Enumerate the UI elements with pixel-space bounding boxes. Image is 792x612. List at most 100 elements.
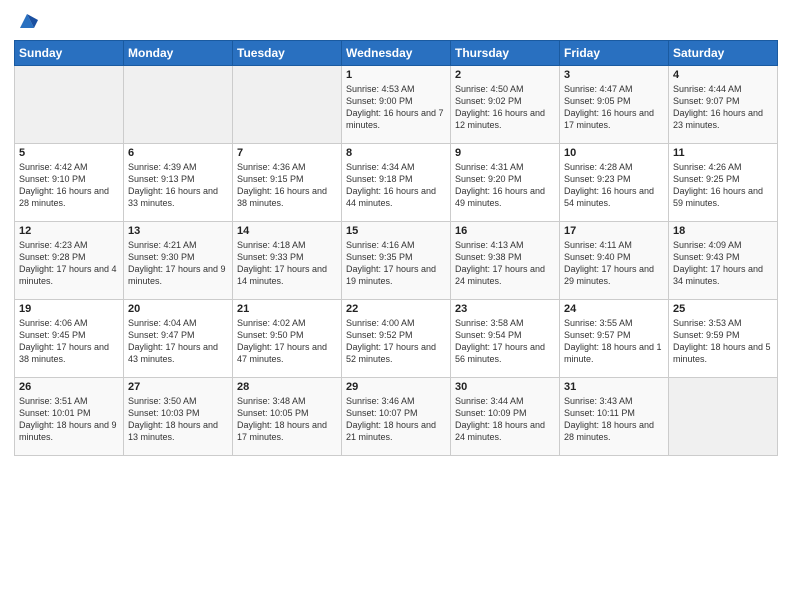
weekday-header-wednesday: Wednesday xyxy=(342,41,451,66)
day-number: 26 xyxy=(19,381,119,393)
day-info: Sunrise: 4:42 AM Sunset: 9:10 PM Dayligh… xyxy=(19,161,119,210)
page: SundayMondayTuesdayWednesdayThursdayFrid… xyxy=(0,0,792,612)
day-number: 19 xyxy=(19,303,119,315)
day-number: 30 xyxy=(455,381,555,393)
calendar-cell: 19 Sunrise: 4:06 AM Sunset: 9:45 PM Dayli… xyxy=(15,300,124,378)
day-info: Sunrise: 4:18 AM Sunset: 9:33 PM Dayligh… xyxy=(237,239,337,288)
day-number: 23 xyxy=(455,303,555,315)
day-info: Sunrise: 4:21 AM Sunset: 9:30 PM Dayligh… xyxy=(128,239,228,288)
weekday-header-friday: Friday xyxy=(560,41,669,66)
day-info: Sunrise: 4:16 AM Sunset: 9:35 PM Dayligh… xyxy=(346,239,446,288)
day-number: 22 xyxy=(346,303,446,315)
logo xyxy=(14,10,38,32)
calendar-cell xyxy=(124,66,233,144)
day-number: 3 xyxy=(564,69,664,81)
calendar-cell: 4 Sunrise: 4:44 AM Sunset: 9:07 PM Daylig… xyxy=(669,66,778,144)
day-info: Sunrise: 4:50 AM Sunset: 9:02 PM Dayligh… xyxy=(455,83,555,132)
day-number: 11 xyxy=(673,147,773,159)
calendar-cell: 11 Sunrise: 4:26 AM Sunset: 9:25 PM Dayli… xyxy=(669,144,778,222)
weekday-header-tuesday: Tuesday xyxy=(233,41,342,66)
header xyxy=(14,10,778,32)
day-number: 13 xyxy=(128,225,228,237)
calendar-cell xyxy=(15,66,124,144)
day-number: 5 xyxy=(19,147,119,159)
day-info: Sunrise: 3:51 AM Sunset: 10:01 PM Daylig… xyxy=(19,395,119,444)
day-info: Sunrise: 4:28 AM Sunset: 9:23 PM Dayligh… xyxy=(564,161,664,210)
weekday-header-saturday: Saturday xyxy=(669,41,778,66)
calendar-cell: 12Sunrise: 4:23 AM Sunset: 9:28 PM Dayli… xyxy=(15,222,124,300)
calendar-cell: 28 Sunrise: 3:48 AM Sunset: 10:05 PM Dayl… xyxy=(233,378,342,456)
calendar-cell: 13 Sunrise: 4:21 AM Sunset: 9:30 PM Dayli… xyxy=(124,222,233,300)
calendar-cell: 9 Sunrise: 4:31 AM Sunset: 9:20 PM Daylig… xyxy=(451,144,560,222)
day-number: 24 xyxy=(564,303,664,315)
day-number: 28 xyxy=(237,381,337,393)
day-info: Sunrise: 3:44 AM Sunset: 10:09 PM Daylig… xyxy=(455,395,555,444)
day-info: Sunrise: 4:44 AM Sunset: 9:07 PM Dayligh… xyxy=(673,83,773,132)
day-number: 12 xyxy=(19,225,119,237)
day-info: Sunrise: 3:43 AM Sunset: 10:11 PM Daylig… xyxy=(564,395,664,444)
day-number: 10 xyxy=(564,147,664,159)
day-number: 21 xyxy=(237,303,337,315)
day-info: Sunrise: 4:39 AM Sunset: 9:13 PM Dayligh… xyxy=(128,161,228,210)
calendar-cell: 10 Sunrise: 4:28 AM Sunset: 9:23 PM Dayli… xyxy=(560,144,669,222)
calendar-cell: 5 Sunrise: 4:42 AM Sunset: 9:10 PM Daylig… xyxy=(15,144,124,222)
calendar-cell: 2 Sunrise: 4:50 AM Sunset: 9:02 PM Daylig… xyxy=(451,66,560,144)
calendar-table: SundayMondayTuesdayWednesdayThursdayFrid… xyxy=(14,40,778,456)
day-info: Sunrise: 4:00 AM Sunset: 9:52 PM Dayligh… xyxy=(346,317,446,366)
day-number: 14 xyxy=(237,225,337,237)
calendar-cell: 20 Sunrise: 4:04 AM Sunset: 9:47 PM Dayli… xyxy=(124,300,233,378)
day-info: Sunrise: 3:48 AM Sunset: 10:05 PM Daylig… xyxy=(237,395,337,444)
day-number: 6 xyxy=(128,147,228,159)
day-info: Sunrise: 4:47 AM Sunset: 9:05 PM Dayligh… xyxy=(564,83,664,132)
calendar-cell: 31Sunrise: 3:43 AM Sunset: 10:11 PM Dayl… xyxy=(560,378,669,456)
calendar-cell: 8 Sunrise: 4:34 AM Sunset: 9:18 PM Daylig… xyxy=(342,144,451,222)
day-number: 9 xyxy=(455,147,555,159)
calendar-cell: 30 Sunrise: 3:44 AM Sunset: 10:09 PM Dayl… xyxy=(451,378,560,456)
day-info: Sunrise: 3:50 AM Sunset: 10:03 PM Daylig… xyxy=(128,395,228,444)
day-number: 18 xyxy=(673,225,773,237)
day-number: 25 xyxy=(673,303,773,315)
calendar-cell: 26 Sunrise: 3:51 AM Sunset: 10:01 PM Dayl… xyxy=(15,378,124,456)
day-number: 4 xyxy=(673,69,773,81)
day-info: Sunrise: 4:11 AM Sunset: 9:40 PM Dayligh… xyxy=(564,239,664,288)
calendar-cell: 14 Sunrise: 4:18 AM Sunset: 9:33 PM Dayli… xyxy=(233,222,342,300)
calendar-cell: 3 Sunrise: 4:47 AM Sunset: 9:05 PM Daylig… xyxy=(560,66,669,144)
day-info: Sunrise: 4:36 AM Sunset: 9:15 PM Dayligh… xyxy=(237,161,337,210)
day-info: Sunrise: 4:06 AM Sunset: 9:45 PM Dayligh… xyxy=(19,317,119,366)
day-number: 1 xyxy=(346,69,446,81)
day-info: Sunrise: 4:09 AM Sunset: 9:43 PM Dayligh… xyxy=(673,239,773,288)
day-info: Sunrise: 4:34 AM Sunset: 9:18 PM Dayligh… xyxy=(346,161,446,210)
day-info: Sunrise: 3:58 AM Sunset: 9:54 PM Dayligh… xyxy=(455,317,555,366)
calendar-cell: 18 Sunrise: 4:09 AM Sunset: 9:43 PM Dayli… xyxy=(669,222,778,300)
day-info: Sunrise: 4:31 AM Sunset: 9:20 PM Dayligh… xyxy=(455,161,555,210)
calendar-cell: 1Sunrise: 4:53 AM Sunset: 9:00 PM Daylig… xyxy=(342,66,451,144)
day-number: 27 xyxy=(128,381,228,393)
calendar-cell: 6 Sunrise: 4:39 AM Sunset: 9:13 PM Daylig… xyxy=(124,144,233,222)
calendar-cell: 24 Sunrise: 3:55 AM Sunset: 9:57 PM Dayli… xyxy=(560,300,669,378)
day-number: 20 xyxy=(128,303,228,315)
day-number: 7 xyxy=(237,147,337,159)
calendar-cell: 7 Sunrise: 4:36 AM Sunset: 9:15 PM Daylig… xyxy=(233,144,342,222)
weekday-header-monday: Monday xyxy=(124,41,233,66)
day-number: 17 xyxy=(564,225,664,237)
calendar-cell xyxy=(233,66,342,144)
calendar-cell: 16 Sunrise: 4:13 AM Sunset: 9:38 PM Dayli… xyxy=(451,222,560,300)
day-info: Sunrise: 3:53 AM Sunset: 9:59 PM Dayligh… xyxy=(673,317,773,366)
calendar-cell: 22 Sunrise: 4:00 AM Sunset: 9:52 PM Dayli… xyxy=(342,300,451,378)
day-info: Sunrise: 3:46 AM Sunset: 10:07 PM Daylig… xyxy=(346,395,446,444)
day-number: 8 xyxy=(346,147,446,159)
day-number: 2 xyxy=(455,69,555,81)
calendar-cell xyxy=(669,378,778,456)
day-info: Sunrise: 3:55 AM Sunset: 9:57 PM Dayligh… xyxy=(564,317,664,366)
day-number: 16 xyxy=(455,225,555,237)
calendar-cell: 17 Sunrise: 4:11 AM Sunset: 9:40 PM Dayli… xyxy=(560,222,669,300)
calendar-cell: 25 Sunrise: 3:53 AM Sunset: 9:59 PM Dayli… xyxy=(669,300,778,378)
day-info: Sunrise: 4:02 AM Sunset: 9:50 PM Dayligh… xyxy=(237,317,337,366)
day-number: 29 xyxy=(346,381,446,393)
logo-icon xyxy=(16,10,38,32)
day-info: Sunrise: 4:26 AM Sunset: 9:25 PM Dayligh… xyxy=(673,161,773,210)
day-info: Sunrise: 4:04 AM Sunset: 9:47 PM Dayligh… xyxy=(128,317,228,366)
weekday-header-sunday: Sunday xyxy=(15,41,124,66)
day-info: Sunrise: 4:13 AM Sunset: 9:38 PM Dayligh… xyxy=(455,239,555,288)
calendar-cell: 21 Sunrise: 4:02 AM Sunset: 9:50 PM Dayli… xyxy=(233,300,342,378)
